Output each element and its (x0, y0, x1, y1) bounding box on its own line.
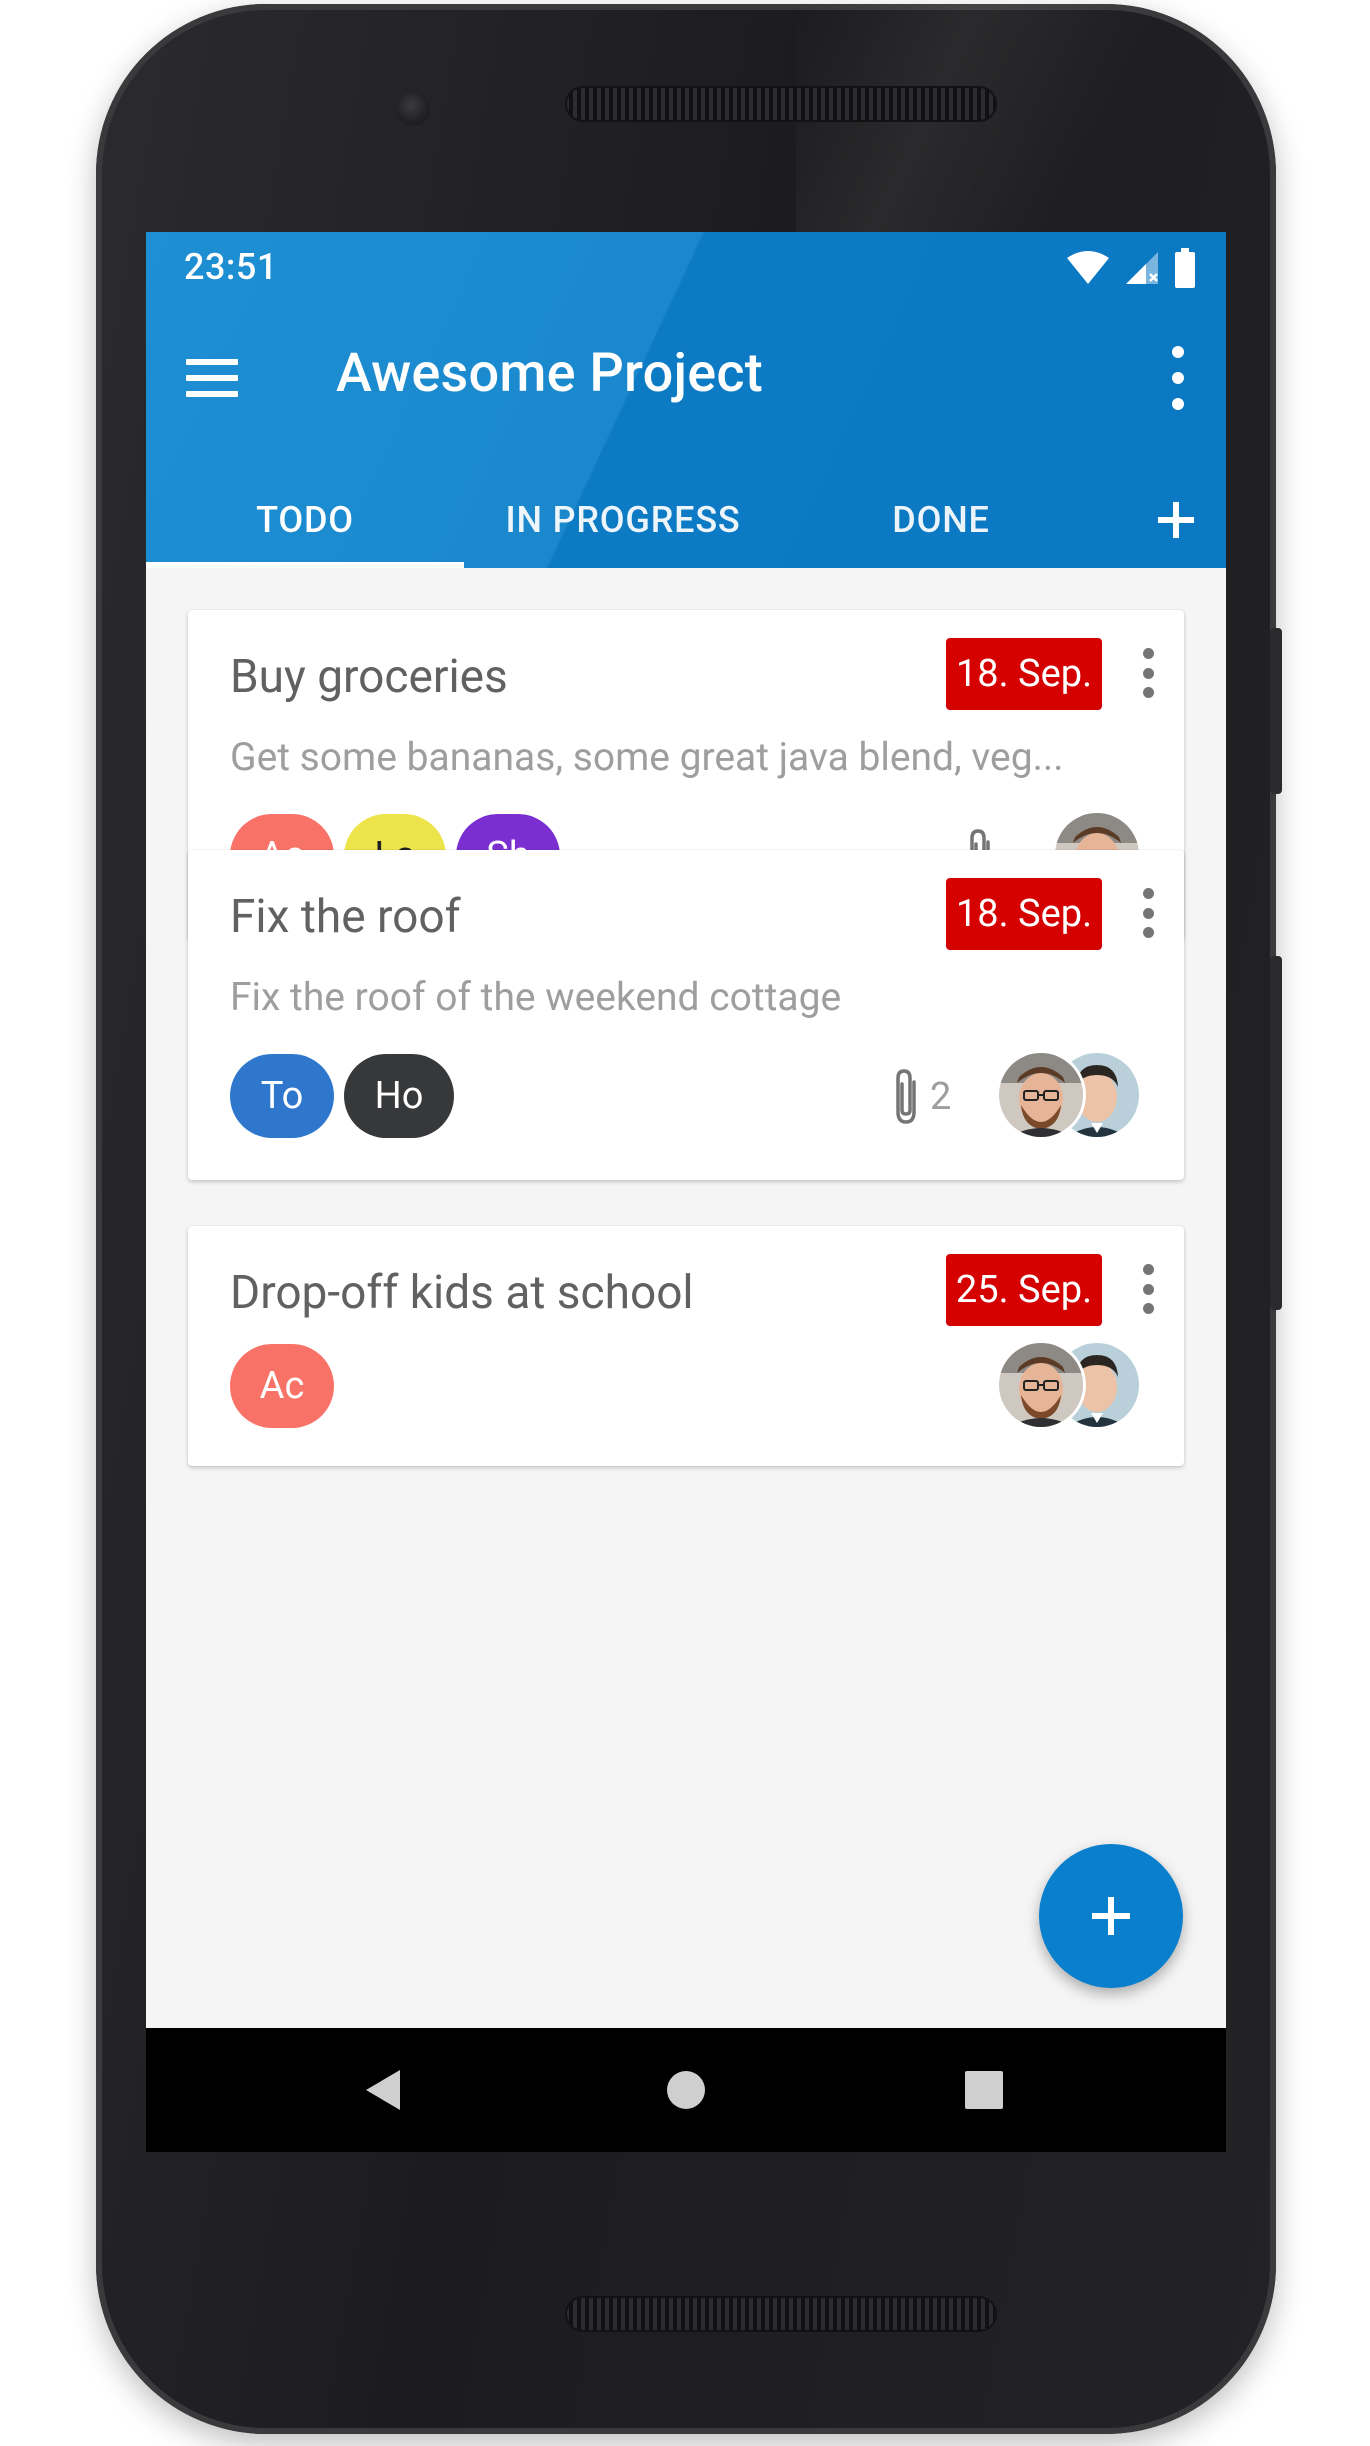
screen: 23:51 Awesome Project TODO IN PROGRESS D… (146, 232, 1226, 2152)
status-time: 23:51 (184, 246, 278, 288)
task-card[interactable]: Fix the roof 18. Sep. Fix the roof of th… (188, 850, 1184, 1180)
task-description: Fix the roof of the weekend cottage (230, 974, 842, 1020)
task-title: Fix the roof (230, 890, 461, 944)
menu-icon[interactable] (186, 350, 242, 406)
tab-todo[interactable]: TODO (146, 472, 464, 568)
bottom-speaker (565, 2296, 997, 2332)
tab-bar: TODO IN PROGRESS DONE (146, 472, 1226, 568)
page-title: Awesome Project (336, 342, 763, 405)
system-nav-bar (146, 2028, 1226, 2152)
task-card[interactable]: Drop-off kids at school 25. Sep. Ac (188, 1226, 1184, 1466)
add-tab-button[interactable] (1136, 472, 1216, 568)
power-button (1270, 628, 1282, 794)
earpiece-speaker (565, 86, 997, 122)
tab-label: TODO (256, 499, 354, 541)
task-title: Drop-off kids at school (230, 1266, 694, 1320)
tab-done[interactable]: DONE (782, 472, 1100, 568)
due-date-badge: 25. Sep. (946, 1254, 1102, 1326)
nav-home-button[interactable] (654, 2058, 718, 2122)
tab-label: IN PROGRESS (505, 499, 741, 541)
card-more-icon[interactable] (1138, 1264, 1158, 1314)
add-icon (1092, 1897, 1130, 1935)
card-more-icon[interactable] (1138, 888, 1158, 938)
tab-indicator (146, 562, 464, 568)
member-avatar[interactable] (996, 1050, 1086, 1140)
task-description: Get some bananas, some great java blend,… (230, 734, 1064, 780)
add-icon (1158, 502, 1194, 538)
signal-icon (1126, 252, 1158, 284)
battery-icon (1175, 248, 1195, 288)
status-icons (1066, 244, 1196, 292)
home-circle-icon (667, 2071, 705, 2109)
member-avatar[interactable] (996, 1340, 1086, 1430)
label-chip[interactable]: Ho (344, 1054, 454, 1138)
more-vert-icon[interactable] (1168, 346, 1188, 410)
label-chip[interactable]: To (230, 1054, 334, 1138)
tab-in-progress[interactable]: IN PROGRESS (464, 472, 782, 568)
task-title: Buy groceries (230, 650, 508, 704)
label-chip[interactable]: Ac (230, 1344, 334, 1428)
app-bar: 23:51 Awesome Project TODO IN PROGRESS D… (146, 232, 1226, 568)
attachment-indicator: 2 (888, 1066, 951, 1128)
due-date-badge: 18. Sep. (946, 878, 1102, 950)
volume-button (1270, 956, 1282, 1310)
nav-recents-button[interactable] (952, 2058, 1016, 2122)
front-camera (396, 92, 430, 126)
paperclip-icon (896, 1069, 916, 1124)
phone-glare (796, 4, 1296, 244)
recents-square-icon (965, 2071, 1003, 2109)
wifi-icon (1067, 251, 1109, 284)
attachment-count: 2 (930, 1075, 952, 1119)
add-task-fab[interactable] (1039, 1844, 1183, 1988)
nav-back-button[interactable] (350, 2058, 414, 2122)
card-more-icon[interactable] (1138, 648, 1158, 698)
tab-label: DONE (892, 499, 990, 541)
due-date-badge: 18. Sep. (946, 638, 1102, 710)
avatar-man-glasses-icon (999, 1343, 1083, 1427)
back-triangle-icon (366, 2070, 400, 2110)
avatar-man-glasses-icon (999, 1053, 1083, 1137)
